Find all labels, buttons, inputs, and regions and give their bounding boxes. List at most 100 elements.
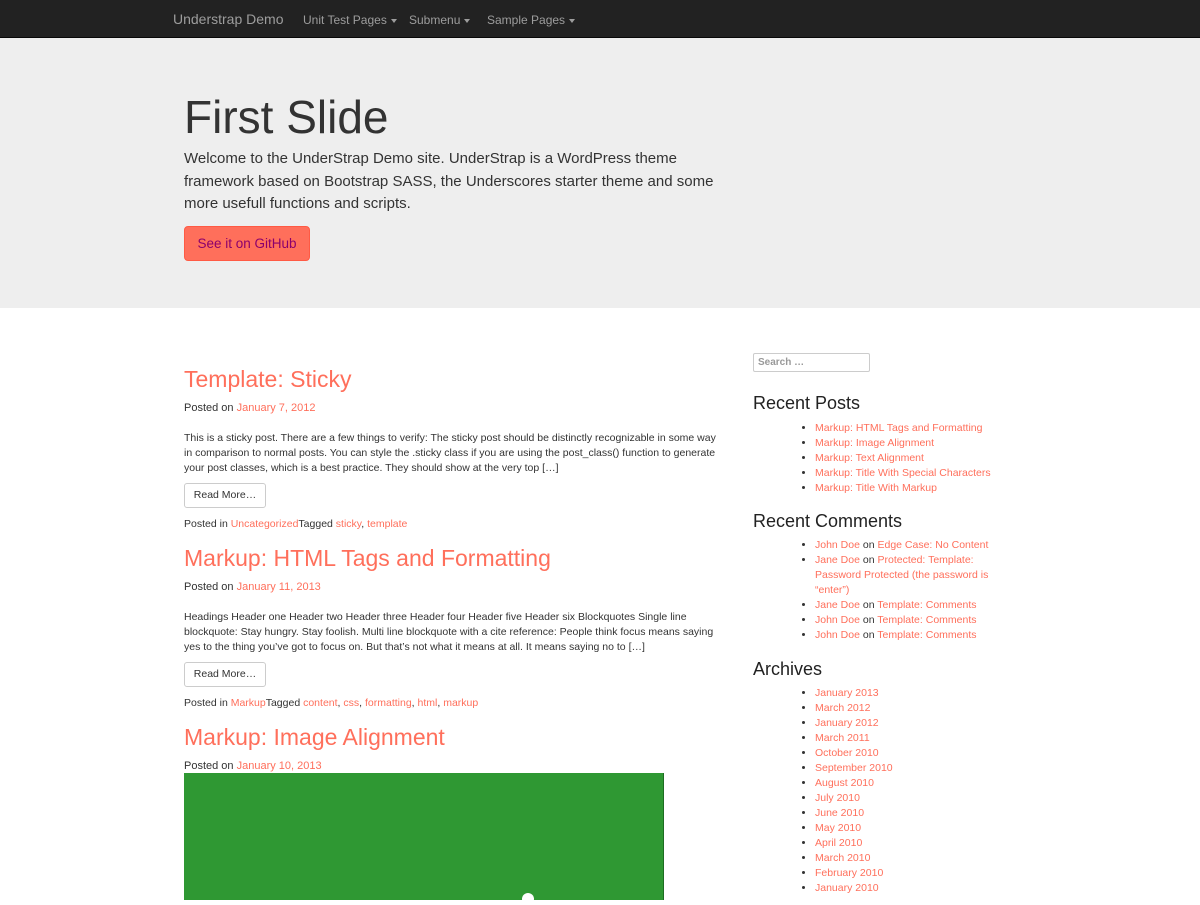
post-meta: Posted on January 7, 2012 (184, 402, 316, 414)
post-title[interactable]: Template: Sticky (184, 366, 351, 393)
list-item: May 2010 (815, 821, 893, 836)
recent-post-link[interactable]: Markup: Image Alignment (815, 437, 934, 449)
list-item: October 2010 (815, 746, 893, 761)
recent-post-link[interactable]: Markup: Text Alignment (815, 452, 924, 464)
list-item: April 2010 (815, 836, 893, 851)
nav-unit-test-pages[interactable]: Unit Test Pages (303, 13, 397, 27)
archive-link[interactable]: August 2010 (815, 777, 874, 789)
recent-post-link[interactable]: Markup: HTML Tags and Formatting (815, 422, 982, 434)
archive-link[interactable]: January 2013 (815, 687, 879, 699)
list-item: Jane Doe on Protected: Template: Passwor… (815, 553, 993, 598)
archive-link[interactable]: February 2010 (815, 867, 883, 879)
nav-sample-pages[interactable]: Sample Pages (487, 13, 576, 27)
list-item: Markup: Image Alignment (815, 436, 991, 451)
list-item: John Doe on Template: Comments (815, 613, 993, 628)
recent-post-link[interactable]: Markup: Title With Markup (815, 482, 937, 494)
archives-list: January 2013 March 2012 January 2012 Mar… (753, 686, 893, 896)
list-item: August 2010 (815, 776, 893, 791)
list-item: Markup: Text Alignment (815, 451, 991, 466)
caret-down-icon (390, 18, 397, 23)
nav-label: Sample Pages (487, 13, 566, 27)
post-featured-image (184, 773, 664, 905)
list-item: Markup: Title With Markup (815, 481, 991, 496)
tag-link[interactable]: content (303, 697, 337, 709)
post-date-link[interactable]: January 11, 2013 (237, 581, 321, 593)
posted-on-label: Posted on (184, 581, 234, 593)
image-mark (522, 893, 534, 905)
comment-post-link[interactable]: Template: Comments (877, 629, 976, 641)
tag-link[interactable]: html (418, 697, 438, 709)
post-date-link[interactable]: January 7, 2012 (237, 402, 316, 414)
posted-on-label: Posted on (184, 760, 234, 772)
github-button[interactable]: See it on GitHub (184, 226, 310, 261)
tagged-label: Tagged (265, 697, 301, 709)
comment-post-link[interactable]: Template: Comments (877, 599, 976, 611)
archive-link[interactable]: April 2010 (815, 837, 862, 849)
comment-post-link[interactable]: Edge Case: No Content (877, 539, 988, 551)
comment-post-link[interactable]: Template: Comments (877, 614, 976, 626)
tag-link[interactable]: markup (443, 697, 478, 709)
post-footer: Posted in UncategorizedTagged sticky, te… (184, 518, 408, 530)
hero-title: First Slide (184, 91, 389, 143)
post-title[interactable]: Markup: Image Alignment (184, 724, 445, 751)
comment-connector: on (862, 629, 875, 641)
tag-link[interactable]: template (367, 518, 407, 530)
list-item: March 2010 (815, 851, 893, 866)
post-title[interactable]: Markup: HTML Tags and Formatting (184, 545, 551, 572)
tag-link[interactable]: sticky (336, 518, 361, 530)
list-item: John Doe on Edge Case: No Content (815, 538, 993, 553)
list-item: February 2010 (815, 866, 893, 881)
posted-on-label: Posted on (184, 402, 234, 414)
category-link[interactable]: Uncategorized (231, 518, 299, 530)
nav-label: Submenu (409, 13, 461, 27)
list-item: Markup: Title With Special Characters (815, 466, 991, 481)
archive-link[interactable]: June 2010 (815, 807, 864, 819)
comment-author-link[interactable]: John Doe (815, 629, 860, 641)
list-item: Jane Doe on Template: Comments (815, 598, 993, 613)
recent-post-link[interactable]: Markup: Title With Special Characters (815, 467, 991, 479)
list-item: Markup: HTML Tags and Formatting (815, 421, 991, 436)
comment-author-link[interactable]: Jane Doe (815, 554, 860, 566)
hero-text: Welcome to the UnderStrap Demo site. Und… (184, 150, 714, 212)
top-navbar: Understrap Demo Unit Test Pages Submenu … (0, 0, 1200, 38)
archive-link[interactable]: July 2010 (815, 792, 860, 804)
archive-link[interactable]: October 2010 (815, 747, 879, 759)
list-item: John Doe on Template: Comments (815, 628, 993, 643)
list-item: January 2013 (815, 686, 893, 701)
archive-link[interactable]: May 2010 (815, 822, 861, 834)
archive-link[interactable]: March 2010 (815, 852, 870, 864)
comment-author-link[interactable]: Jane Doe (815, 599, 860, 611)
comment-connector: on (862, 614, 875, 626)
brand-link[interactable]: Understrap Demo (173, 11, 284, 27)
list-item: March 2012 (815, 701, 893, 716)
post-date-link[interactable]: January 10, 2013 (237, 760, 322, 772)
archive-link[interactable]: January 2012 (815, 717, 879, 729)
nav-submenu[interactable]: Submenu (409, 13, 471, 27)
list-item: June 2010 (815, 806, 893, 821)
hero-slide: First Slide Welcome to the UnderStrap De… (0, 38, 1200, 308)
recent-comments-list: John Doe on Edge Case: No Content Jane D… (753, 538, 993, 643)
comment-connector: on (862, 539, 875, 551)
archive-link[interactable]: March 2012 (815, 702, 870, 714)
read-more-button[interactable]: Read More… (184, 662, 266, 687)
archives-title: Archives (753, 659, 823, 679)
list-item: January 2012 (815, 716, 893, 731)
read-more-button[interactable]: Read More… (184, 483, 266, 508)
tagged-label: Tagged (298, 518, 333, 530)
tag-link[interactable]: formatting (365, 697, 412, 709)
caret-down-icon (569, 18, 576, 23)
search-input[interactable] (753, 353, 870, 372)
category-link[interactable]: Markup (231, 697, 266, 709)
post-excerpt: This is a sticky post. There are a few t… (184, 432, 716, 474)
posted-in-label: Posted in (184, 518, 228, 530)
archive-link[interactable]: March 2011 (815, 732, 870, 744)
comment-author-link[interactable]: John Doe (815, 539, 860, 551)
archive-link[interactable]: January 2010 (815, 882, 879, 894)
caret-down-icon (464, 18, 471, 23)
archive-link[interactable]: September 2010 (815, 762, 893, 774)
posted-in-label: Posted in (184, 697, 228, 709)
comment-author-link[interactable]: John Doe (815, 614, 860, 626)
post-footer: Posted in MarkupTagged content, css, for… (184, 697, 479, 709)
tag-link[interactable]: css (343, 697, 359, 709)
post-meta: Posted on January 10, 2013 (184, 760, 322, 772)
